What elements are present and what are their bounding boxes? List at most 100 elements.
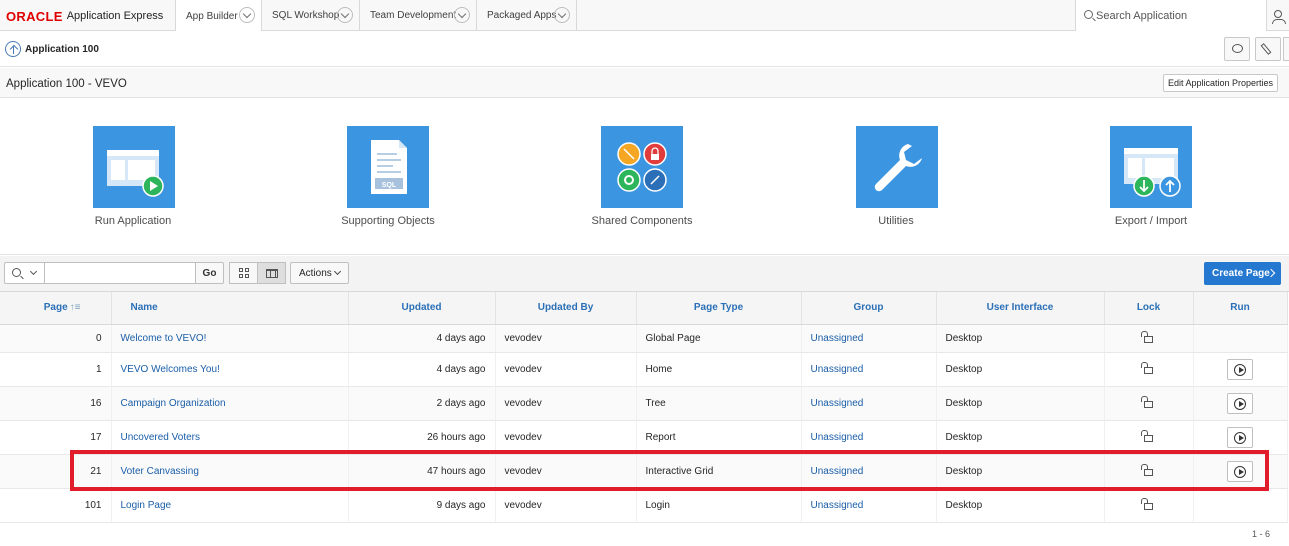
user-interface-cell: Desktop (936, 454, 1105, 489)
table-row: 17 Uncovered Voters 26 hours ago vevodev… (0, 420, 1288, 455)
column-header-name[interactable]: Name (111, 292, 349, 325)
product-name: Application Express (66, 10, 164, 22)
edit-application-properties-button[interactable]: Edit Application Properties (1163, 74, 1278, 92)
unlock-icon[interactable] (1141, 497, 1153, 510)
comment-icon (1232, 44, 1243, 53)
play-icon (1234, 363, 1246, 376)
breadcrumb[interactable]: Application 100 (25, 44, 99, 55)
shared-components-icon[interactable] (601, 126, 683, 208)
column-header-lock[interactable]: Lock (1104, 292, 1194, 325)
group-link[interactable]: Unassigned (801, 488, 937, 523)
search-icon (1084, 10, 1093, 19)
user-settings-icon[interactable] (1272, 10, 1286, 24)
table-icon (266, 269, 278, 278)
unlock-icon[interactable] (1141, 463, 1153, 476)
pin-icon (1260, 43, 1272, 55)
top-navigation-bar: ORACLE Application Express App Builder S… (0, 0, 1289, 32)
supporting-objects-label[interactable]: Supporting Objects (288, 215, 488, 227)
page-number: 16 (0, 386, 112, 421)
user-interface-cell: Desktop (936, 420, 1105, 455)
page-name-link[interactable]: Voter Canvassing (111, 454, 349, 489)
group-link[interactable]: Unassigned (801, 420, 937, 455)
chevron-down-icon (29, 267, 38, 276)
more-button[interactable] (1283, 37, 1289, 61)
supporting-objects-icon[interactable]: SQL (347, 126, 429, 208)
run-application-icon[interactable] (93, 126, 175, 208)
run-cell (1193, 454, 1288, 489)
search-application-input[interactable] (1096, 8, 1256, 24)
page-type-cell: Interactive Grid (636, 454, 802, 489)
breadcrumb-bar: Application 100 (0, 31, 1289, 67)
page-name-link[interactable]: Uncovered Voters (111, 420, 349, 455)
shared-components-label[interactable]: Shared Components (542, 215, 742, 227)
updated-cell: 4 days ago (348, 324, 496, 353)
page-name-link[interactable]: Welcome to VEVO! (111, 324, 349, 353)
run-page-button[interactable] (1227, 426, 1253, 448)
run-page-button[interactable] (1227, 358, 1253, 380)
tab-app-builder[interactable]: App Builder (175, 0, 261, 32)
updated-by-cell: vevodev (495, 352, 637, 387)
updated-by-cell: vevodev (495, 420, 637, 455)
chevron-down-icon[interactable] (239, 7, 255, 23)
user-interface-cell: Desktop (936, 352, 1105, 387)
tab-team-development[interactable]: Team Development (359, 0, 476, 31)
group-link[interactable]: Unassigned (801, 386, 937, 421)
icon-view-button[interactable] (229, 262, 258, 284)
chevron-down-icon[interactable] (454, 7, 470, 23)
utilities-icon[interactable] (856, 126, 938, 208)
group-link[interactable]: Unassigned (801, 324, 937, 353)
column-header-page[interactable]: Page ↑≡ (0, 292, 112, 325)
search-icon (12, 268, 21, 277)
updated-by-cell: vevodev (495, 454, 637, 489)
search-column-selector[interactable] (4, 262, 45, 284)
group-link[interactable]: Unassigned (801, 454, 937, 489)
run-application-label[interactable]: Run Application (33, 215, 233, 227)
run-page-button[interactable] (1227, 460, 1253, 482)
unlock-icon[interactable] (1141, 330, 1153, 343)
page-name-link[interactable]: Login Page (111, 488, 349, 523)
chevron-down-icon[interactable] (554, 7, 570, 23)
create-page-button[interactable]: Create Page (1204, 262, 1281, 285)
column-header-run[interactable]: Run (1193, 292, 1288, 325)
export-import-icon[interactable] (1110, 126, 1192, 208)
column-header-page-type[interactable]: Page Type (636, 292, 802, 325)
tab-packaged-apps[interactable]: Packaged Apps (476, 0, 577, 31)
report-view-button[interactable] (257, 262, 286, 284)
actions-menu-button[interactable]: Actions (290, 262, 349, 284)
page-title: Application 100 - VEVO (6, 78, 127, 90)
run-cell (1193, 352, 1288, 387)
unlock-icon[interactable] (1141, 395, 1153, 408)
page-number: 21 (0, 454, 112, 489)
feedback-button[interactable] (1224, 37, 1250, 61)
application-tiles: Run Application SQL Supporting Objects S… (0, 99, 1289, 255)
page-name-link[interactable]: VEVO Welcomes You! (111, 352, 349, 387)
group-link[interactable]: Unassigned (801, 352, 937, 387)
oracle-apex-logo[interactable]: ORACLE Application Express (6, 9, 164, 24)
team-dev-button[interactable] (1255, 37, 1281, 61)
report-search-input[interactable] (44, 262, 196, 284)
chevron-down-icon[interactable] (337, 7, 353, 23)
column-header-updated-by[interactable]: Updated By (495, 292, 637, 325)
tab-label: Packaged Apps (487, 10, 557, 21)
run-page-button[interactable] (1227, 392, 1253, 414)
page-type-cell: Home (636, 352, 802, 387)
column-header-group[interactable]: Group (801, 292, 937, 325)
utilities-label[interactable]: Utilities (796, 215, 996, 227)
tab-label: App Builder (186, 10, 238, 22)
column-header-user-interface[interactable]: User Interface (936, 292, 1105, 325)
page-type-cell: Global Page (636, 324, 802, 353)
go-button[interactable]: Go (195, 262, 224, 284)
export-import-label[interactable]: Export / Import (1051, 215, 1251, 227)
column-header-updated[interactable]: Updated (348, 292, 496, 325)
search-application[interactable] (1075, 0, 1267, 31)
unlock-icon[interactable] (1141, 361, 1153, 374)
tab-sql-workshop[interactable]: SQL Workshop (261, 0, 359, 31)
run-cell (1193, 324, 1288, 353)
page-number: 1 (0, 352, 112, 387)
unlock-icon[interactable] (1141, 429, 1153, 442)
table-row: 21 Voter Canvassing 47 hours ago vevodev… (0, 454, 1288, 489)
arrow-up-circle-icon[interactable] (5, 41, 21, 57)
chevron-down-icon (333, 267, 342, 276)
page-name-link[interactable]: Campaign Organization (111, 386, 349, 421)
page-number: 101 (0, 488, 112, 523)
